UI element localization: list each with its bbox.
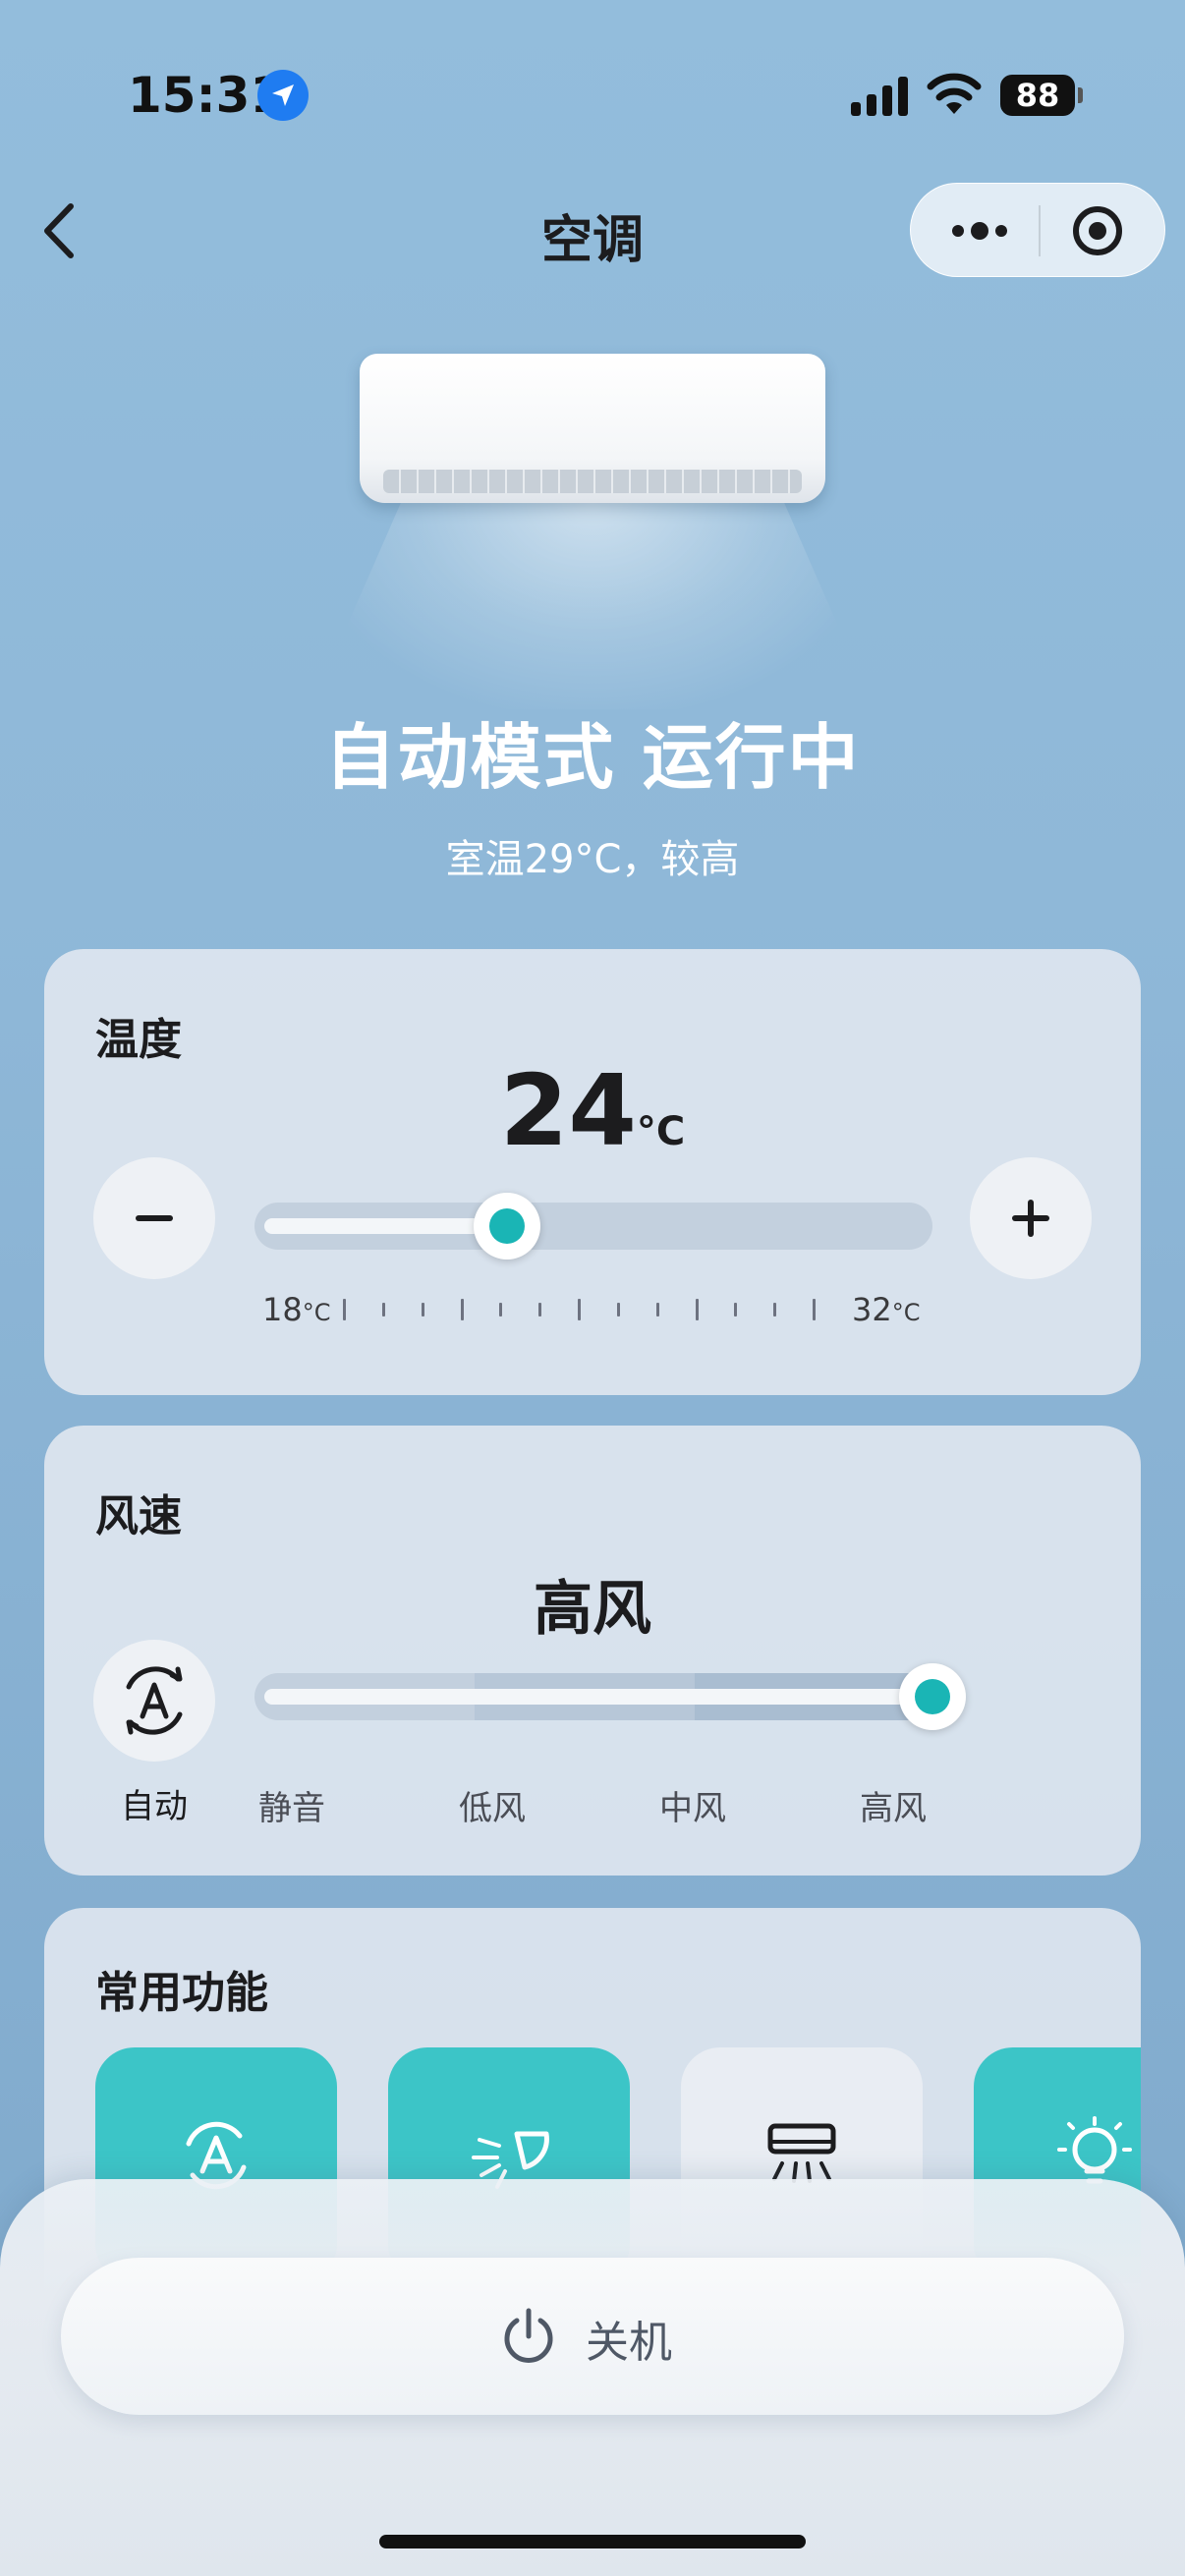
scale-tick xyxy=(655,1303,659,1316)
scale-tick xyxy=(343,1299,346,1320)
device-status-title: 自动模式 运行中 xyxy=(324,716,861,799)
more-button[interactable] xyxy=(940,201,1019,260)
common-functions-title: 常用功能 xyxy=(95,1968,268,2018)
temperature-max-label: 32°C xyxy=(852,1291,921,1328)
battery-icon: 88 xyxy=(1000,75,1075,116)
wind-speed-card-title: 风速 xyxy=(95,1491,182,1541)
scale-tick xyxy=(421,1303,424,1316)
wind-level-low[interactable]: 低风 xyxy=(423,1781,561,1829)
scale-tick xyxy=(773,1303,777,1316)
battery-tip xyxy=(1078,87,1083,103)
temperature-handle-dot xyxy=(489,1208,526,1244)
scale-tick xyxy=(616,1303,620,1316)
wind-slider-handle[interactable] xyxy=(899,1663,966,1730)
auto-wind-button[interactable] xyxy=(93,1640,215,1762)
scale-tick xyxy=(538,1303,542,1316)
ac-vent xyxy=(383,470,802,493)
scale-tick xyxy=(578,1299,581,1320)
wind-speed-card: 风速 高风 自动 静音 低风 中风 高风 xyxy=(44,1426,1141,1876)
wifi-icon xyxy=(927,73,982,114)
target-circle-icon xyxy=(1073,206,1122,255)
temperature-slider-handle[interactable] xyxy=(474,1193,541,1260)
power-off-button[interactable]: 关机 xyxy=(61,2258,1124,2415)
plus-icon xyxy=(1028,1200,1034,1237)
cellular-signal-icon xyxy=(851,77,908,116)
temperature-number: 24 xyxy=(499,1053,637,1168)
increase-temperature-button[interactable] xyxy=(970,1157,1092,1279)
bottom-action-sheet: 关机 xyxy=(0,2179,1185,2576)
minus-icon xyxy=(136,1215,173,1221)
temperature-slider-fill xyxy=(264,1218,508,1234)
wind-handle-dot xyxy=(915,1679,950,1714)
location-arrow-icon xyxy=(257,70,309,121)
home-indicator xyxy=(379,2535,806,2548)
power-icon xyxy=(504,2308,553,2363)
wind-speed-value: 高风 xyxy=(534,1575,651,1644)
air-conditioner-image xyxy=(360,354,825,503)
temperature-value: 24°C xyxy=(44,1053,1141,1168)
power-off-label: 关机 xyxy=(586,2318,672,2368)
scale-tick xyxy=(695,1299,699,1320)
airflow-illustration xyxy=(310,503,875,709)
scale-tick xyxy=(460,1299,464,1320)
wind-level-quiet[interactable]: 静音 xyxy=(223,1781,361,1829)
scale-tick xyxy=(499,1303,503,1316)
room-temperature-text: 室温29°C，较高 xyxy=(445,837,740,882)
scale-tick xyxy=(734,1303,738,1316)
wind-slider-fill xyxy=(264,1689,932,1705)
wind-level-high[interactable]: 高风 xyxy=(824,1781,962,1829)
close-mini-program-button[interactable] xyxy=(1058,201,1137,260)
temperature-card: 温度 24°C 18°C 32°C xyxy=(44,949,1141,1395)
auto-mode-icon xyxy=(126,1666,183,1735)
decrease-temperature-button[interactable] xyxy=(93,1157,215,1279)
scale-tick xyxy=(381,1303,385,1316)
temperature-min-label: 18°C xyxy=(262,1291,331,1328)
status-bar: 15:31 88 xyxy=(0,0,1185,187)
temperature-unit: °C xyxy=(636,1109,686,1154)
wind-level-mid[interactable]: 中风 xyxy=(624,1781,762,1829)
mini-program-capsule xyxy=(910,183,1165,277)
temperature-slider[interactable] xyxy=(254,1203,932,1250)
more-dots-icon xyxy=(952,222,1007,240)
auto-wind-label: 自动 xyxy=(121,1787,188,1826)
capsule-divider xyxy=(1039,205,1041,256)
scale-tick xyxy=(813,1299,816,1320)
